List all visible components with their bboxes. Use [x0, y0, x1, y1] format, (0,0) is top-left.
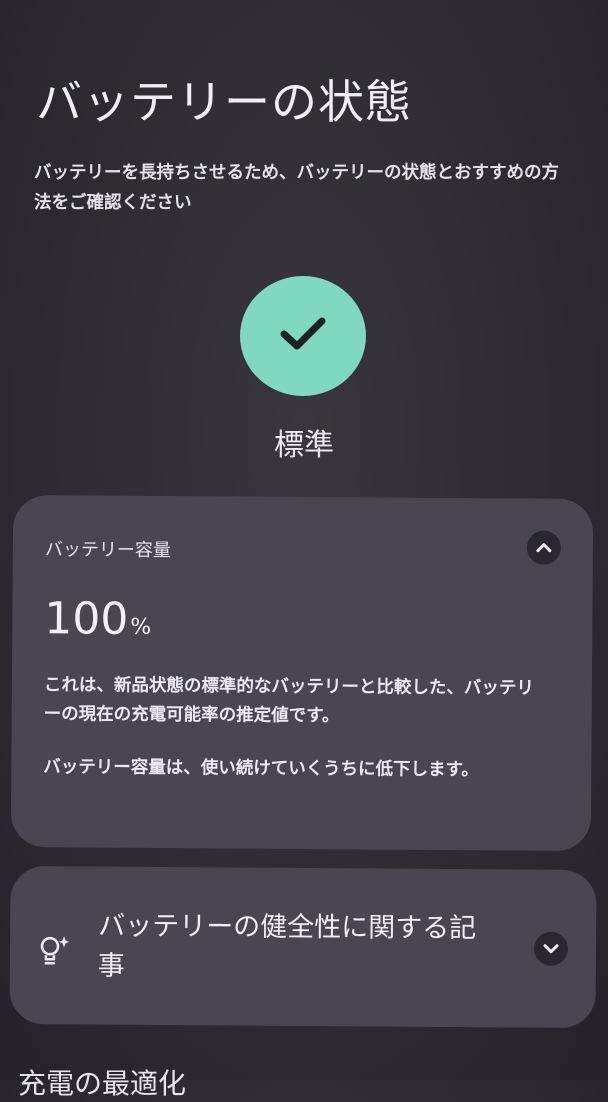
capacity-unit: % — [130, 614, 152, 640]
collapse-button[interactable] — [526, 530, 561, 565]
chevron-up-icon — [535, 538, 553, 557]
page-subtitle: バッテリーを長持ちさせるため、バッテリーの状態とおすすめの方法をご確認ください — [34, 163, 559, 213]
check-icon — [280, 316, 326, 356]
status-indicator — [240, 276, 366, 396]
page-title: バッテリーの状態 — [36, 75, 412, 129]
lightbulb-sparkle-icon — [36, 932, 72, 972]
articles-title: バッテリーの健全性に関する記事 — [97, 910, 477, 982]
battery-articles-card[interactable]: バッテリーの健全性に関する記事 — [9, 865, 597, 1029]
status-label: 標準 — [274, 428, 334, 463]
capacity-number: 100 — [44, 593, 129, 645]
capacity-card-header: バッテリー容量 — [44, 539, 171, 562]
capacity-decline-note: バッテリー容量は、使い続けていくうちに低下します。 — [43, 757, 479, 781]
battery-capacity-card: バッテリー容量 100% これは、新品状態の標準的なバッテリーと比較した、バッテ… — [10, 494, 594, 852]
expand-button[interactable] — [533, 931, 569, 966]
chevron-down-icon — [542, 939, 560, 958]
capacity-description: これは、新品状態の標準的なバッテリーと比較した、バッテリーの現在の充電可能率の推… — [43, 675, 534, 727]
capacity-value: 100% — [44, 593, 151, 645]
charging-optimization-heading: 充電の最適化 — [18, 1067, 187, 1100]
